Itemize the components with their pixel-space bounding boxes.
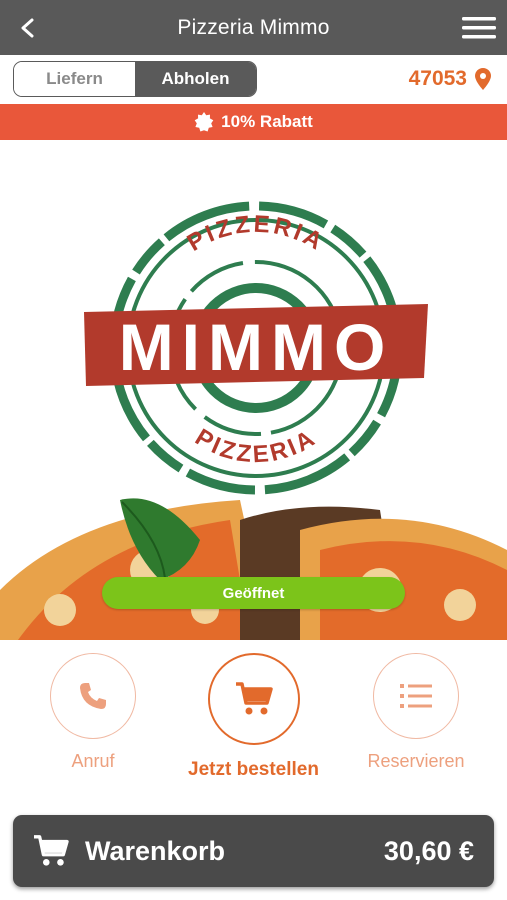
back-button[interactable]: [10, 10, 46, 46]
action-buttons: Anruf Jetzt bestellen Reservieren: [0, 645, 507, 795]
pizza-image: [0, 498, 507, 640]
discount-text: 10% Rabatt: [221, 112, 313, 131]
call-circle: [50, 653, 136, 739]
delivery-mode-toggle: Liefern Abholen: [13, 61, 257, 97]
hero-banner: PIZZERIA PIZZERIA MIMMO Geöffnet: [0, 140, 507, 640]
reserve-label: Reservieren: [367, 751, 465, 771]
location-selector[interactable]: 47053: [409, 67, 491, 91]
map-pin-icon: [475, 68, 491, 90]
zip-code: 47053: [408, 67, 467, 90]
call-label: Anruf: [71, 751, 115, 771]
order-now-label: Jetzt bestellen: [188, 759, 319, 780]
cart-total: 30,60 €: [383, 835, 474, 866]
app-header: Pizzeria Mimmo: [0, 0, 507, 55]
hamburger-menu-icon: [462, 17, 496, 39]
menu-button[interactable]: [461, 12, 497, 44]
toggle-option-liefern[interactable]: Liefern: [14, 62, 135, 96]
call-button[interactable]: Anruf: [50, 653, 136, 772]
cart-icon: [34, 835, 69, 866]
logo-bottom-text: PIZZERIA: [190, 424, 318, 469]
cart-label: Warenkorb: [85, 835, 226, 866]
reserve-button[interactable]: Reservieren: [367, 653, 465, 772]
chevron-left-icon: [21, 18, 34, 38]
restaurant-logo: PIZZERIA PIZZERIA MIMMO: [84, 201, 428, 495]
svg-text:PIZZERIA: PIZZERIA: [190, 424, 321, 469]
page-title: Pizzeria Mimmo: [177, 15, 330, 39]
order-now-circle: [207, 653, 300, 745]
open-status-badge: Geöffnet: [102, 577, 405, 609]
list-icon: [400, 684, 432, 708]
order-now-button[interactable]: Jetzt bestellen: [188, 653, 319, 781]
cart-icon: [235, 682, 273, 715]
mode-bar: Liefern Abholen 47053: [0, 55, 507, 103]
badge-icon: [194, 112, 214, 132]
phone-icon: [80, 683, 106, 709]
cart-bar[interactable]: Warenkorb 30,60 €: [13, 815, 494, 887]
toggle-option-abholen[interactable]: Abholen: [135, 62, 256, 96]
logo-name: MIMMO: [119, 310, 394, 384]
discount-banner: 10% Rabatt: [0, 104, 507, 140]
reserve-circle: [373, 653, 459, 739]
